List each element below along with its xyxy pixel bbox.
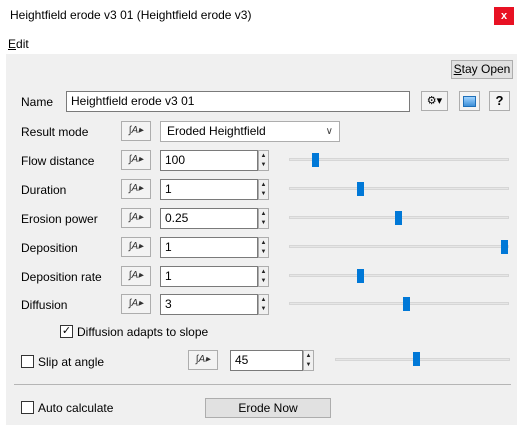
curve-menu-icon: ∫A▸ bbox=[128, 183, 144, 194]
spin-down-icon: ▼ bbox=[260, 306, 267, 312]
spin-up-icon: ▲ bbox=[305, 353, 312, 359]
help-button[interactable]: ? bbox=[489, 91, 510, 111]
spin-down-icon: ▼ bbox=[260, 278, 267, 284]
gear-icon: ⚙▾ bbox=[426, 95, 443, 107]
param-label: Deposition rate bbox=[21, 270, 102, 284]
gear-menu-button[interactable]: ⚙▾ bbox=[421, 91, 448, 111]
curve-menu-icon: ∫A▸ bbox=[128, 125, 144, 136]
param-spinner[interactable]: ▲ ▼ bbox=[258, 266, 269, 287]
param-value-input[interactable]: 3 bbox=[160, 294, 258, 315]
spin-up-icon: ▲ bbox=[260, 240, 267, 246]
name-input[interactable]: Heightfield erode v3 01 bbox=[66, 91, 410, 112]
param-curve-button[interactable]: ∫A▸ bbox=[121, 150, 151, 170]
param-label: Deposition bbox=[21, 241, 78, 255]
param-curve-button[interactable]: ∫A▸ bbox=[121, 266, 151, 286]
separator bbox=[14, 384, 511, 385]
spin-down-icon: ▼ bbox=[260, 162, 267, 168]
param-spinner[interactable]: ▲ ▼ bbox=[258, 208, 269, 229]
spin-down-icon: ▼ bbox=[260, 220, 267, 226]
name-label: Name bbox=[21, 95, 54, 109]
preview-button[interactable] bbox=[459, 91, 480, 111]
spin-down-icon: ▼ bbox=[260, 249, 267, 255]
spin-up-icon: ▲ bbox=[260, 153, 267, 159]
slip-curve-button[interactable]: ∫A▸ bbox=[188, 350, 218, 370]
slip-slider-thumb[interactable] bbox=[413, 352, 420, 366]
diffusion-adapts-label: Diffusion adapts to slope bbox=[77, 325, 209, 339]
param-slider-thumb[interactable] bbox=[312, 153, 319, 167]
curve-menu-icon: ∫A▸ bbox=[128, 212, 144, 223]
param-slider-thumb[interactable] bbox=[403, 297, 410, 311]
param-curve-button[interactable]: ∫A▸ bbox=[121, 237, 151, 257]
param-curve-button[interactable]: ∫A▸ bbox=[121, 179, 151, 199]
param-curve-button[interactable]: ∫A▸ bbox=[121, 294, 151, 314]
slip-label: Slip at angle bbox=[38, 355, 105, 369]
param-slider-thumb[interactable] bbox=[357, 269, 364, 283]
spin-down-icon: ▼ bbox=[305, 362, 312, 368]
curve-menu-icon: ∫A▸ bbox=[128, 270, 144, 281]
param-slider-thumb[interactable] bbox=[395, 211, 402, 225]
param-label: Flow distance bbox=[21, 154, 95, 168]
param-value-input[interactable]: 0.25 bbox=[160, 208, 258, 229]
param-label: Diffusion bbox=[21, 298, 68, 312]
curve-menu-icon: ∫A▸ bbox=[195, 354, 211, 365]
spin-up-icon: ▲ bbox=[260, 182, 267, 188]
spin-down-icon: ▼ bbox=[260, 191, 267, 197]
param-value-input[interactable]: 100 bbox=[160, 150, 258, 171]
checkmark-icon: ✓ bbox=[61, 325, 72, 337]
auto-calculate-checkbox[interactable] bbox=[21, 401, 34, 414]
param-label: Erosion power bbox=[21, 212, 98, 226]
auto-calculate-label: Auto calculate bbox=[38, 401, 114, 415]
result-mode-curve-button[interactable]: ∫A▸ bbox=[121, 121, 151, 141]
result-mode-value: Eroded Heightfield bbox=[167, 124, 266, 138]
spin-up-icon: ▲ bbox=[260, 269, 267, 275]
result-mode-label: Result mode bbox=[21, 125, 89, 139]
slip-slider-track[interactable] bbox=[335, 358, 510, 361]
menu-bar bbox=[0, 30, 523, 54]
param-value-input[interactable]: 1 bbox=[160, 266, 258, 287]
param-slider-track[interactable] bbox=[289, 187, 509, 190]
chevron-down-icon: ∨ bbox=[325, 126, 333, 137]
param-value-input[interactable]: 1 bbox=[160, 179, 258, 200]
param-slider-track[interactable] bbox=[289, 274, 509, 277]
stay-open-button[interactable]: Stay Open bbox=[451, 60, 513, 79]
curve-menu-icon: ∫A▸ bbox=[128, 241, 144, 252]
param-slider-track[interactable] bbox=[289, 245, 509, 248]
diffusion-adapts-checkbox[interactable]: ✓ bbox=[60, 325, 73, 338]
close-button[interactable]: x bbox=[494, 7, 514, 25]
param-label: Duration bbox=[21, 183, 67, 197]
param-curve-button[interactable]: ∫A▸ bbox=[121, 208, 151, 228]
spin-up-icon: ▲ bbox=[260, 297, 267, 303]
param-slider-thumb[interactable] bbox=[501, 240, 508, 254]
slip-value-input[interactable]: 45 bbox=[230, 350, 303, 371]
window-title: Heightfield erode v3 01 (Heightfield ero… bbox=[10, 8, 252, 22]
param-value-input[interactable]: 1 bbox=[160, 237, 258, 258]
slip-checkbox[interactable] bbox=[21, 355, 34, 368]
spin-up-icon: ▲ bbox=[260, 211, 267, 217]
param-slider-track[interactable] bbox=[289, 158, 509, 161]
preview-icon bbox=[463, 96, 476, 107]
param-slider-thumb[interactable] bbox=[357, 182, 364, 196]
param-spinner[interactable]: ▲ ▼ bbox=[258, 237, 269, 258]
curve-menu-icon: ∫A▸ bbox=[128, 298, 144, 309]
param-spinner[interactable]: ▲ ▼ bbox=[258, 294, 269, 315]
slip-spinner[interactable]: ▲ ▼ bbox=[303, 350, 314, 371]
param-slider-track[interactable] bbox=[289, 302, 509, 305]
menu-edit[interactable]: Edit bbox=[8, 37, 29, 51]
param-spinner[interactable]: ▲ ▼ bbox=[258, 150, 269, 171]
erode-now-button[interactable]: Erode Now bbox=[205, 398, 331, 418]
result-mode-select[interactable]: Eroded Heightfield ∨ bbox=[160, 121, 340, 142]
param-spinner[interactable]: ▲ ▼ bbox=[258, 179, 269, 200]
curve-menu-icon: ∫A▸ bbox=[128, 154, 144, 165]
